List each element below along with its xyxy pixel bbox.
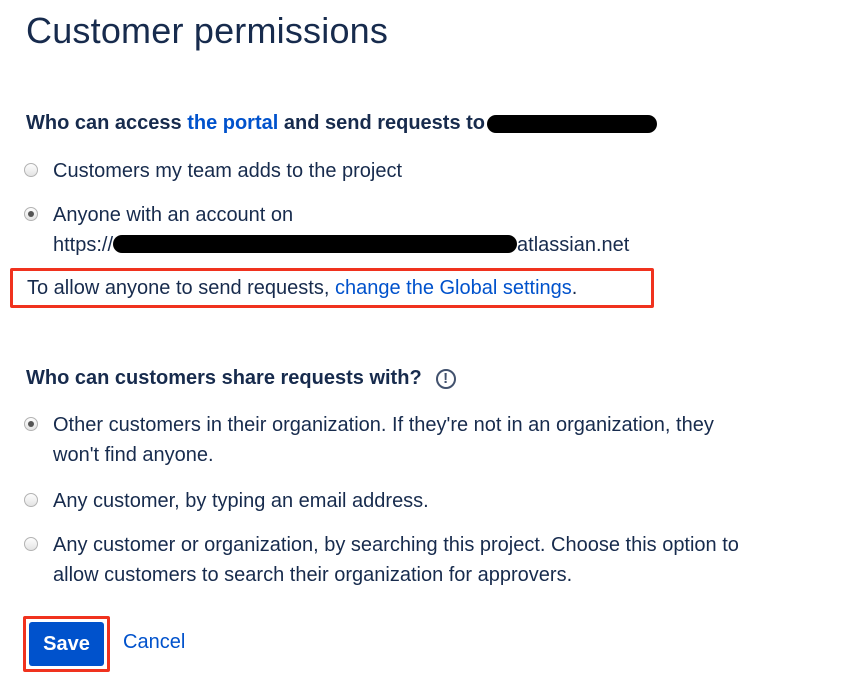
share-option-organization[interactable]: Other customers in their organization. I… [24,410,714,470]
redacted-site-url [113,234,518,253]
portal-link[interactable]: the portal [187,112,278,135]
access-option-anyone-label: Anyone with an account on https:// atlass… [53,200,629,260]
share-option-organization-line2: won't find anyone. [53,444,214,466]
global-settings-link[interactable]: change the Global settings [335,277,572,299]
share-option-organization-line1: Other customers in their organization. I… [53,414,714,436]
site-url-suffix: atlassian.net [517,234,630,256]
share-option-search-line2: allow customers to search their organiza… [53,564,573,586]
radio-other-customers-organization[interactable] [24,417,38,431]
cancel-link[interactable]: Cancel [123,631,185,654]
save-button[interactable]: Save [29,622,104,666]
radio-any-customer-search[interactable] [24,537,38,551]
info-icon[interactable]: ! [435,368,456,389]
access-heading-suffix: and send requests to [278,112,486,134]
notice-text: To allow anyone to send requests, [27,277,335,299]
page-title: Customer permissions [26,10,389,51]
access-option-anyone[interactable]: Anyone with an account on https:// atlass… [24,200,629,260]
share-option-search-line1: Any customer or organization, by searchi… [53,534,739,556]
share-option-organization-label: Other customers in their organization. I… [53,410,714,470]
notice-period: . [571,277,578,299]
radio-any-customer-email[interactable] [24,493,38,507]
global-settings-notice: To allow anyone to send requests, change… [10,268,654,308]
access-option-team[interactable]: Customers my team adds to the project [24,156,402,186]
share-option-search[interactable]: Any customer or organization, by searchi… [24,530,739,590]
share-option-search-label: Any customer or organization, by searchi… [53,530,739,590]
access-heading-prefix: Who can access [26,112,188,134]
access-option-anyone-line1: Anyone with an account on [53,204,294,226]
redacted-project-name [487,114,658,133]
sharing-heading-text: Who can customers share requests with? [26,367,422,389]
site-url-prefix: https:// [53,234,114,256]
share-option-email[interactable]: Any customer, by typing an email address… [24,486,429,516]
radio-customers-team-adds[interactable] [24,163,38,177]
access-heading: Who can access the portal and send reque… [26,112,658,135]
share-option-email-label: Any customer, by typing an email address… [53,490,429,512]
radio-anyone-with-account[interactable] [24,207,38,221]
sharing-heading: Who can customers share requests with? ! [26,367,456,390]
access-option-team-label: Customers my team adds to the project [53,160,403,182]
